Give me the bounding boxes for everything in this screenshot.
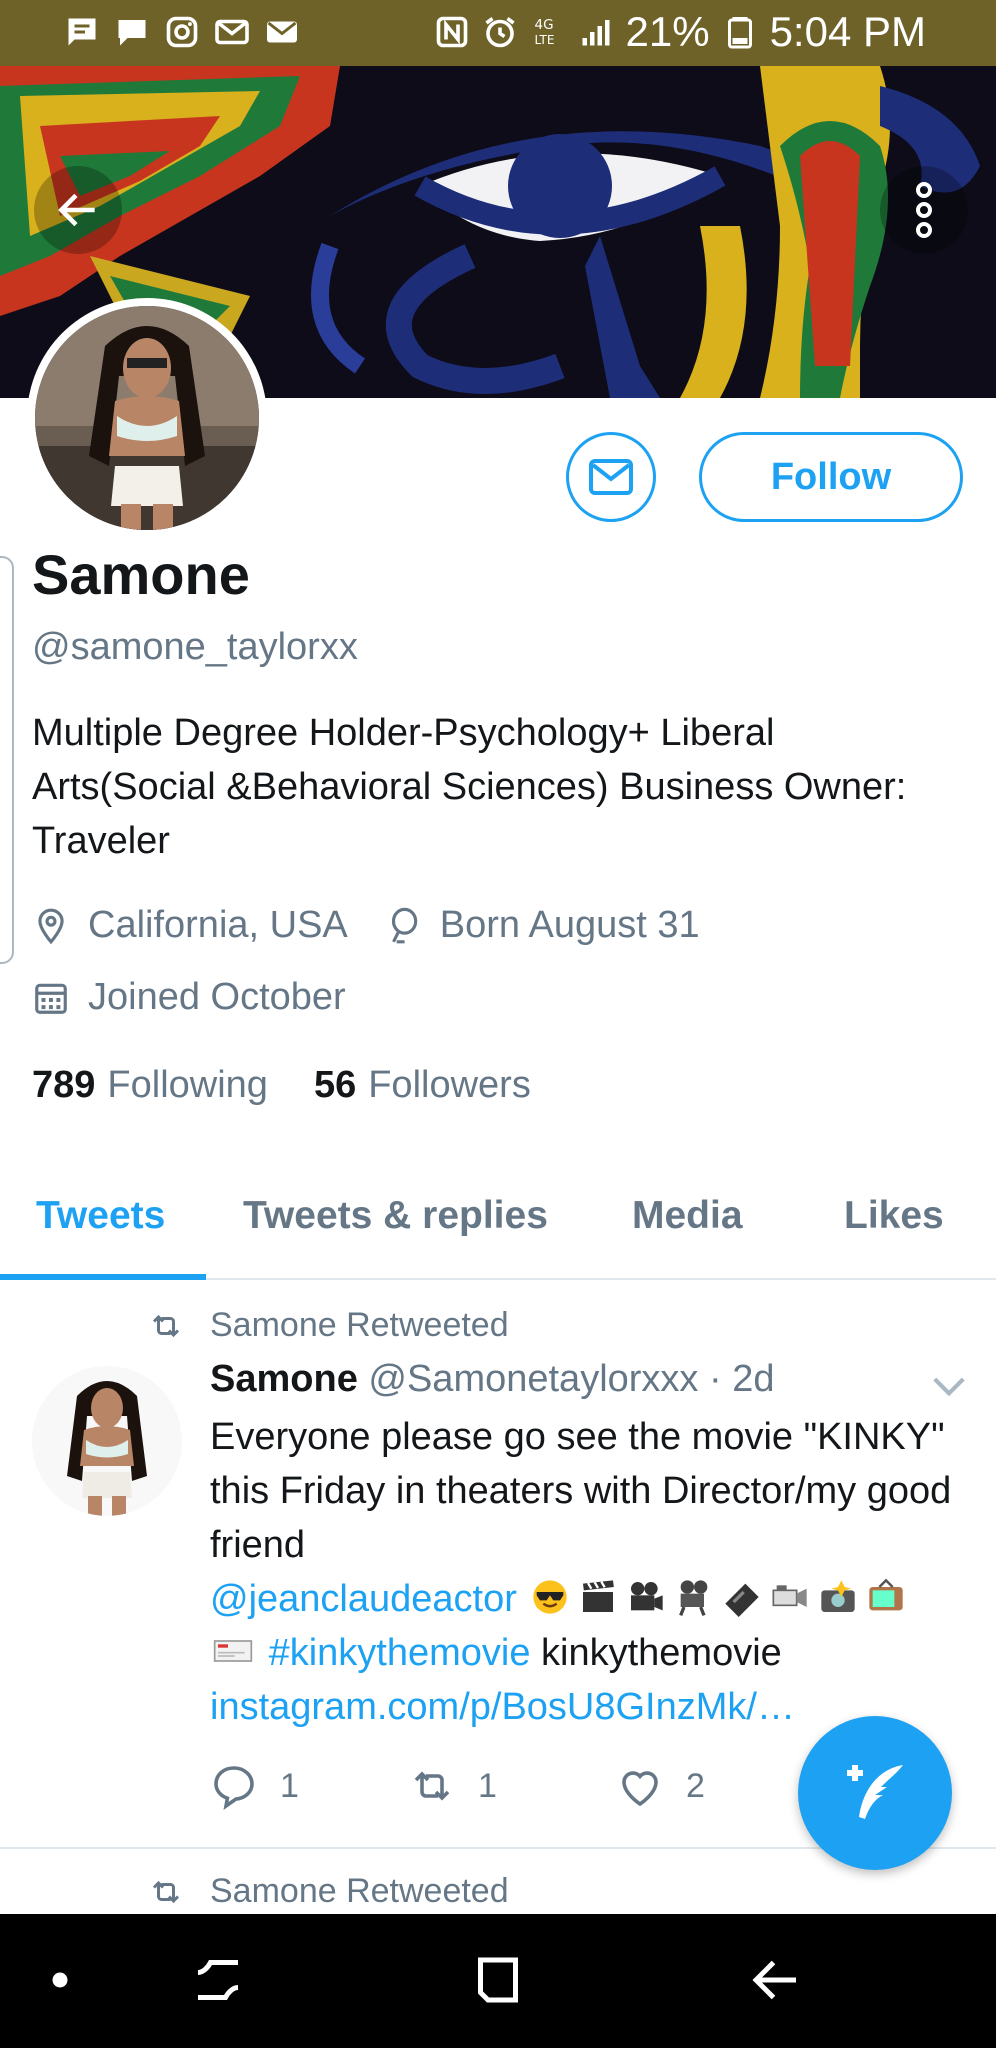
like-button[interactable]: 2 xyxy=(616,1762,705,1810)
avatar-image xyxy=(35,306,259,530)
tweet-text: Everyone please go see the movie "KINKY"… xyxy=(210,1410,970,1734)
following-count: 789 xyxy=(32,1064,96,1106)
envelope-icon xyxy=(589,459,633,495)
tab-tweets[interactable]: Tweets xyxy=(36,1194,165,1238)
recent-apps-icon[interactable] xyxy=(188,1950,248,2010)
arrow-left-icon xyxy=(58,193,95,227)
reply-button[interactable]: 1 xyxy=(210,1762,299,1810)
profile-bio: Multiple Degree Holder-Psychology+ Liber… xyxy=(32,712,907,862)
film-strip-emoji-icon xyxy=(725,1583,760,1617)
edge-panel-handle[interactable] xyxy=(0,556,14,964)
chat-icon xyxy=(118,20,146,46)
camera-flash-emoji-icon xyxy=(821,1580,856,1612)
compose-feather-icon xyxy=(847,1765,903,1819)
nfc-icon xyxy=(436,16,467,48)
ticket-emoji-icon xyxy=(213,1640,253,1662)
profile-name: Samone xyxy=(32,543,250,606)
alarm-icon xyxy=(484,17,515,48)
battery-percent: 21% xyxy=(625,8,710,55)
profile-avatar[interactable] xyxy=(27,298,267,538)
calendar-icon xyxy=(35,983,67,1014)
tweet-author-handle: @Samonetaylorxxx xyxy=(368,1358,699,1400)
retweet-icon xyxy=(152,1314,180,1337)
tweet-author-avatar[interactable] xyxy=(32,1366,182,1516)
television-emoji-icon xyxy=(869,1578,904,1611)
compose-tweet-button[interactable] xyxy=(798,1716,952,1870)
lte-icon: 4GLTE xyxy=(534,17,554,47)
retweet-label: Samone Retweeted xyxy=(210,1872,509,1910)
signal-icon xyxy=(582,20,610,46)
dot-indicator-icon xyxy=(52,1972,68,1988)
follow-button[interactable]: Follow xyxy=(699,432,963,522)
retweet-context: Samone Retweeted xyxy=(148,1306,509,1345)
profile-birthday: Born August 31 xyxy=(439,904,700,946)
system-navigation-bar xyxy=(0,1914,996,2048)
instagram-icon xyxy=(166,16,198,48)
retweet-count: 1 xyxy=(478,1766,497,1805)
chevron-down-icon[interactable] xyxy=(930,1372,968,1402)
home-icon[interactable] xyxy=(468,1950,528,2010)
tab-likes[interactable]: Likes xyxy=(844,1194,944,1238)
message-button[interactable] xyxy=(566,432,656,522)
tab-media[interactable]: Media xyxy=(632,1194,743,1238)
system-status: 4G LTE 21% 5:04 PM xyxy=(434,8,926,56)
followers-link[interactable]: 56 Followers xyxy=(314,1064,531,1107)
notification-icons xyxy=(64,14,300,50)
followers-label: Followers xyxy=(368,1064,531,1106)
more-vertical-icon xyxy=(916,182,932,238)
tweet-author-name[interactable]: Samone xyxy=(210,1358,358,1400)
more-options-button[interactable] xyxy=(880,166,968,254)
profile-meta-row: California, USA Born August 31 xyxy=(32,904,700,947)
follow-counts: 789 Following 56 Followers xyxy=(32,1064,531,1107)
movie-camera-emoji-icon xyxy=(631,1582,664,1611)
profile-location: California, USA xyxy=(88,904,348,946)
profile-tabs: Tweets Tweets & replies Media Likes xyxy=(0,1176,996,1280)
retweet-context: Samone Retweeted xyxy=(148,1872,509,1911)
sunglasses-emoji-icon xyxy=(533,1580,568,1614)
retweet-label: Samone Retweeted xyxy=(210,1306,509,1344)
message-icon xyxy=(68,18,96,46)
retweet-button[interactable]: 1 xyxy=(408,1762,497,1810)
gmail-icon xyxy=(215,19,249,45)
tweet-time: · 2d xyxy=(709,1358,775,1400)
retweet-icon xyxy=(414,1771,450,1801)
svg-text:LTE: LTE xyxy=(534,33,554,47)
location-pin-icon xyxy=(38,908,64,944)
back-icon[interactable] xyxy=(746,1950,806,2010)
status-bar: 4G LTE 21% 5:04 PM xyxy=(0,0,996,66)
clapper-board-emoji-icon xyxy=(583,1580,615,1612)
tweet-text-tail: kinkythemovie xyxy=(541,1632,782,1674)
battery-icon xyxy=(727,17,752,49)
active-tab-indicator xyxy=(0,1274,206,1280)
reply-icon xyxy=(214,1766,254,1810)
like-count: 2 xyxy=(686,1766,705,1805)
video-camera-emoji-icon xyxy=(772,1585,808,1607)
email-icon xyxy=(267,21,297,43)
reply-count: 1 xyxy=(280,1766,299,1805)
profile-handle: @samone_taylorxx xyxy=(32,626,358,668)
tweet-hashtag[interactable]: #kinkythemovie xyxy=(269,1632,531,1674)
tweet-mention[interactable]: @jeanclaudeactor xyxy=(210,1578,517,1620)
profile-joined: Joined October xyxy=(88,976,346,1018)
following-label: Following xyxy=(107,1064,268,1106)
svg-text:4G: 4G xyxy=(534,17,553,33)
film-projector-emoji-icon xyxy=(679,1580,708,1616)
retweet-icon xyxy=(152,1880,180,1903)
tweet-text-main: Everyone please go see the movie "KINKY"… xyxy=(210,1416,952,1566)
tweet-header: Samone @Samonetaylorxxx · 2d xyxy=(210,1358,774,1401)
tweet-link[interactable]: instagram.com/p/BosU8GInzMk/… xyxy=(210,1686,795,1728)
tweet-actions: 1 1 2 xyxy=(210,1762,770,1812)
tab-tweets-and-replies[interactable]: Tweets & replies xyxy=(243,1194,548,1238)
followers-count: 56 xyxy=(313,1064,357,1106)
clock: 5:04 PM xyxy=(769,8,926,55)
heart-icon xyxy=(622,1771,658,1807)
balloon-icon xyxy=(391,907,418,943)
profile-joined-row: Joined October xyxy=(32,976,346,1019)
back-button[interactable] xyxy=(34,166,122,254)
following-link[interactable]: 789 Following xyxy=(32,1064,268,1107)
